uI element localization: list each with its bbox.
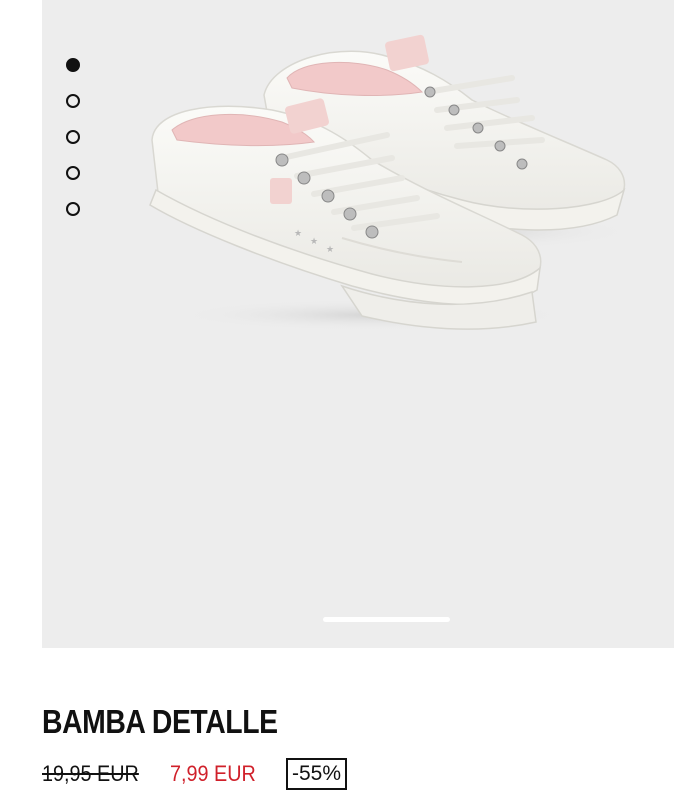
product-image-sneakers: ★ ★ ★ [149, 34, 637, 331]
svg-text:★: ★ [310, 237, 318, 247]
sale-price: 7,99 EUR [170, 761, 256, 786]
price-row: 19,95 EUR 7,99 EUR -55% [42, 758, 348, 790]
gallery-dot-4[interactable] [66, 166, 80, 180]
product-title: BAMBA DETALLE [42, 703, 278, 740]
svg-text:★: ★ [326, 245, 334, 255]
product-page: ★ ★ ★ BAMBA DETALLE 19,95 EUR 7,99 EUR -… [0, 0, 674, 800]
gallery-dot-5[interactable] [66, 202, 80, 216]
gallery-dot-2[interactable] [66, 94, 80, 108]
svg-text:★: ★ [294, 229, 302, 239]
gallery-dot-3[interactable] [66, 130, 80, 144]
gallery-dot-1[interactable] [66, 58, 80, 72]
product-info: BAMBA DETALLE 19,95 EUR 7,99 EUR -55% [42, 700, 642, 790]
original-price: 19,95 EUR [42, 761, 139, 786]
product-image-gallery[interactable]: ★ ★ ★ [42, 0, 674, 648]
gallery-scroll-indicator[interactable] [323, 617, 450, 622]
gallery-pagination [66, 58, 86, 216]
discount-badge: -55% [286, 758, 348, 790]
